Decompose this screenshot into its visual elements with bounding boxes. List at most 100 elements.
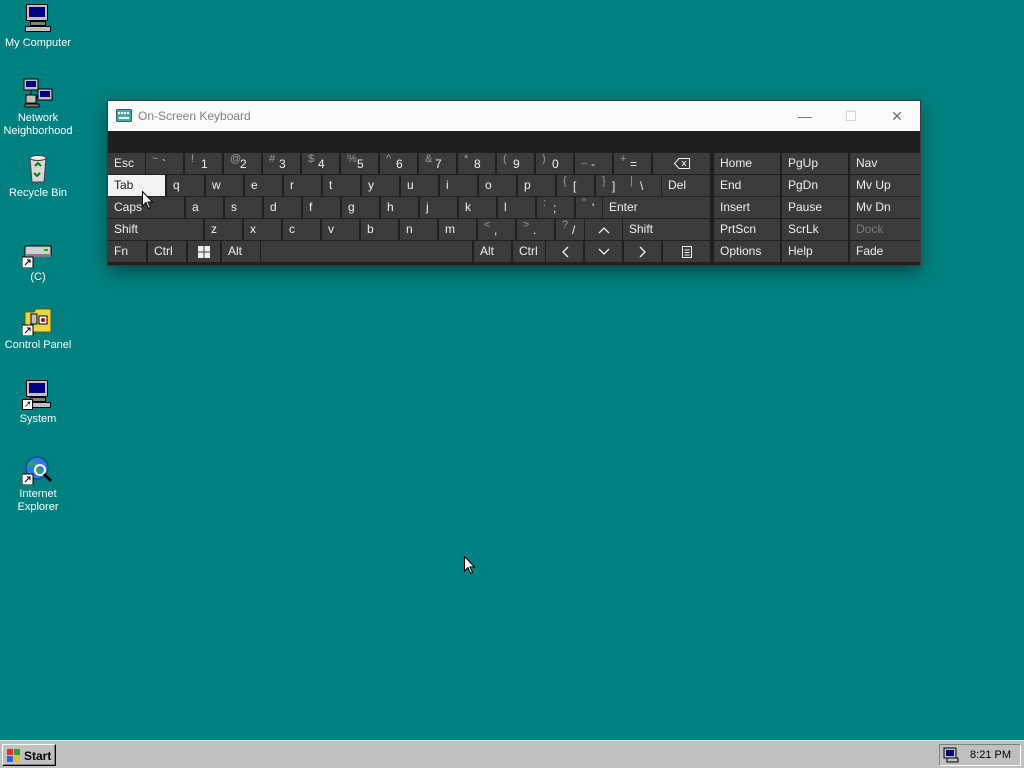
key-period[interactable]: >. — [517, 219, 554, 240]
desktop-icon-network-neighborhood[interactable]: Network Neighborhood — [0, 77, 76, 138]
on-screen-keyboard-window[interactable]: On-Screen Keyboard — ☐ ✕ Esc ~ `! 1 @2 #3 $4% 5… — [108, 101, 920, 265]
key-b[interactable]: b — [361, 219, 398, 240]
key-fade[interactable]: Fade — [850, 241, 920, 262]
key-left[interactable] — [546, 241, 583, 262]
key-tilde[interactable]: ~ ` — [146, 153, 183, 174]
key-label: 6 — [396, 157, 403, 171]
key-m[interactable]: m — [439, 219, 476, 240]
key-q[interactable]: q — [167, 175, 204, 196]
key-slash[interactable]: ? / — [556, 219, 584, 240]
backspace-icon — [653, 153, 710, 174]
key-lshift[interactable]: Shift — [108, 219, 203, 240]
desktop-icon-drive-c[interactable]: (C) — [0, 236, 76, 284]
key-down[interactable] — [585, 241, 622, 262]
desktop-icon-internet-explorer[interactable]: Internet Explorer — [0, 453, 76, 514]
key-menu[interactable] — [663, 241, 710, 262]
key-equals[interactable]: + = — [614, 153, 651, 174]
key-i[interactable]: i — [440, 175, 477, 196]
desktop-icon-my-computer[interactable]: My Computer — [0, 2, 76, 50]
key-c[interactable]: c — [283, 219, 320, 240]
key-backspace[interactable] — [653, 153, 710, 174]
key-n[interactable]: n — [400, 219, 437, 240]
key-pgdn[interactable]: PgDn — [782, 175, 848, 196]
key-a[interactable]: a — [186, 197, 223, 218]
close-button[interactable]: ✕ — [874, 101, 920, 131]
key-del[interactable]: Del — [662, 175, 710, 196]
key-right[interactable] — [624, 241, 661, 262]
key-semicolon[interactable]: :; — [537, 197, 574, 218]
key-z[interactable]: z — [205, 219, 242, 240]
key-mvup[interactable]: Mv Up — [850, 175, 920, 196]
key-h[interactable]: h — [381, 197, 418, 218]
key-insert[interactable]: Insert — [714, 197, 780, 218]
keyboard-icon — [116, 109, 132, 122]
key-pause[interactable]: Pause — [782, 197, 848, 218]
key-minus[interactable]: _ - — [575, 153, 612, 174]
key-end[interactable]: End — [714, 175, 780, 196]
key-fn[interactable]: Fn — [108, 241, 146, 262]
key-k[interactable]: k — [459, 197, 496, 218]
key-3[interactable]: #3 — [263, 153, 300, 174]
key-help[interactable]: Help — [782, 241, 848, 262]
desktop-icon-control-panel[interactable]: Control Panel — [0, 304, 76, 352]
key-ralt[interactable]: Alt — [474, 241, 511, 262]
hard-drive-icon — [21, 236, 54, 269]
maximize-button[interactable]: ☐ — [828, 101, 874, 131]
key-v[interactable]: v — [322, 219, 359, 240]
key-x[interactable]: x — [244, 219, 281, 240]
key-p[interactable]: p — [518, 175, 555, 196]
key-home[interactable]: Home — [714, 153, 780, 174]
key-scrlk[interactable]: ScrLk — [782, 219, 848, 240]
key-prtscn[interactable]: PrtScn — [714, 219, 780, 240]
key-9[interactable]: (9 — [497, 153, 534, 174]
key-1[interactable]: ! 1 — [185, 153, 222, 174]
key-7[interactable]: & 7 — [419, 153, 456, 174]
key-options[interactable]: Options — [714, 241, 780, 262]
key-f[interactable]: f — [303, 197, 340, 218]
key-s[interactable]: s — [225, 197, 262, 218]
key-lbracket[interactable]: {[ — [557, 175, 594, 196]
key-0[interactable]: ) 0 — [536, 153, 573, 174]
key-backslash[interactable]: | \ — [624, 175, 661, 196]
key-2[interactable]: @2 — [224, 153, 261, 174]
key-r[interactable]: r — [284, 175, 321, 196]
key-t[interactable]: t — [323, 175, 360, 196]
keyboard-tray-icon[interactable] — [943, 747, 959, 763]
key-esc[interactable]: Esc — [108, 153, 145, 174]
start-button[interactable]: Start — [2, 744, 56, 766]
key-6[interactable]: ^ 6 — [380, 153, 417, 174]
key-lalt[interactable]: Alt — [222, 241, 260, 262]
system-tray: 8:21 PM — [939, 744, 1021, 766]
key-l[interactable]: l — [498, 197, 535, 218]
key-u[interactable]: u — [401, 175, 438, 196]
key-8[interactable]: * 8 — [458, 153, 495, 174]
key-g[interactable]: g — [342, 197, 379, 218]
key-mvdn[interactable]: Mv Dn — [850, 197, 920, 218]
key-y[interactable]: y — [362, 175, 399, 196]
key-dock[interactable]: Dock — [850, 219, 920, 240]
key-tab[interactable]: Tab — [108, 175, 165, 196]
key-quote[interactable]: " ' — [576, 197, 602, 218]
key-o[interactable]: o — [479, 175, 516, 196]
key-nav[interactable]: Nav — [850, 153, 920, 174]
key-lctrl[interactable]: Ctrl — [148, 241, 186, 262]
window-titlebar[interactable]: On-Screen Keyboard — ☐ ✕ — [108, 101, 920, 131]
key-e[interactable]: e — [245, 175, 282, 196]
key-5[interactable]: % 5 — [341, 153, 378, 174]
desktop-icon-recycle-bin[interactable]: Recycle Bin — [0, 152, 76, 200]
key-pgup[interactable]: PgUp — [782, 153, 848, 174]
key-4[interactable]: $4 — [302, 153, 339, 174]
minimize-button[interactable]: — — [782, 101, 828, 131]
key-win[interactable] — [188, 241, 220, 262]
clock[interactable]: 8:21 PM — [970, 749, 1011, 761]
key-rctrl[interactable]: Ctrl — [513, 241, 545, 262]
key-d[interactable]: d — [264, 197, 301, 218]
key-w[interactable]: w — [206, 175, 243, 196]
key-space[interactable] — [261, 241, 472, 262]
key-up[interactable] — [585, 219, 622, 240]
key-comma[interactable]: <, — [478, 219, 515, 240]
key-j[interactable]: j — [420, 197, 457, 218]
key-rshift[interactable]: Shift — [623, 219, 710, 240]
desktop-icon-system[interactable]: ↗ System — [0, 378, 76, 426]
key-enter[interactable]: Enter — [603, 197, 710, 218]
